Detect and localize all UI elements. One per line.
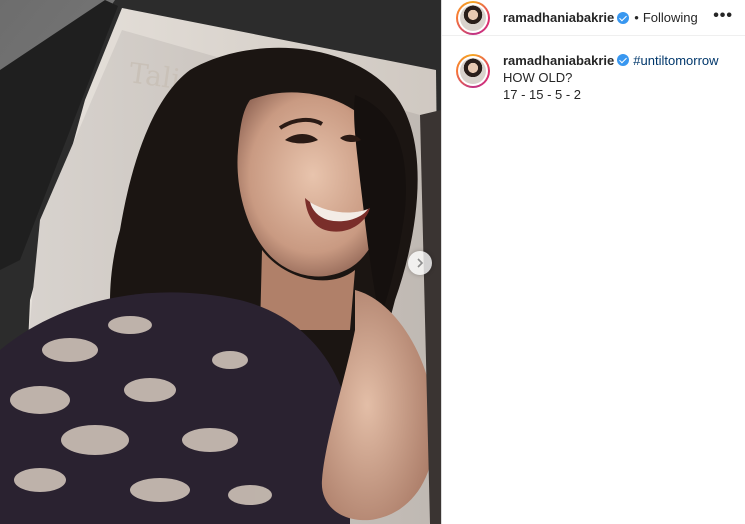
post-side-panel: ramadhaniabakrie • Following ••• ramadha…	[441, 0, 745, 524]
more-options-icon[interactable]: •••	[713, 8, 733, 24]
caption: ramadhaniabakrie #untiltomorrow HOW OLD? …	[442, 36, 745, 103]
caption-line: HOW OLD?	[503, 70, 573, 85]
following-button[interactable]: Following	[643, 10, 698, 25]
post-username[interactable]: ramadhaniabakrie	[503, 10, 614, 25]
post: Tali ramadhaniabakrie • Following ••• ra…	[0, 0, 745, 524]
caption-username[interactable]: ramadhaniabakrie	[503, 53, 614, 68]
avatar[interactable]	[456, 0, 490, 35]
next-image-button[interactable]	[408, 251, 432, 275]
caption-body: ramadhaniabakrie #untiltomorrow HOW OLD? …	[503, 52, 719, 103]
caption-line: 17 - 15 - 5 - 2	[503, 87, 582, 102]
post-photo: Tali	[0, 0, 441, 524]
separator-dot: •	[634, 10, 639, 25]
post-header: ramadhaniabakrie • Following •••	[442, 0, 745, 36]
hashtag-link[interactable]: #untiltomorrow	[633, 53, 718, 68]
verified-badge-icon	[617, 11, 630, 24]
chevron-right-icon	[417, 258, 424, 268]
verified-badge-icon	[617, 54, 630, 66]
caption-avatar[interactable]	[456, 54, 490, 88]
post-media[interactable]: Tali	[0, 0, 441, 524]
